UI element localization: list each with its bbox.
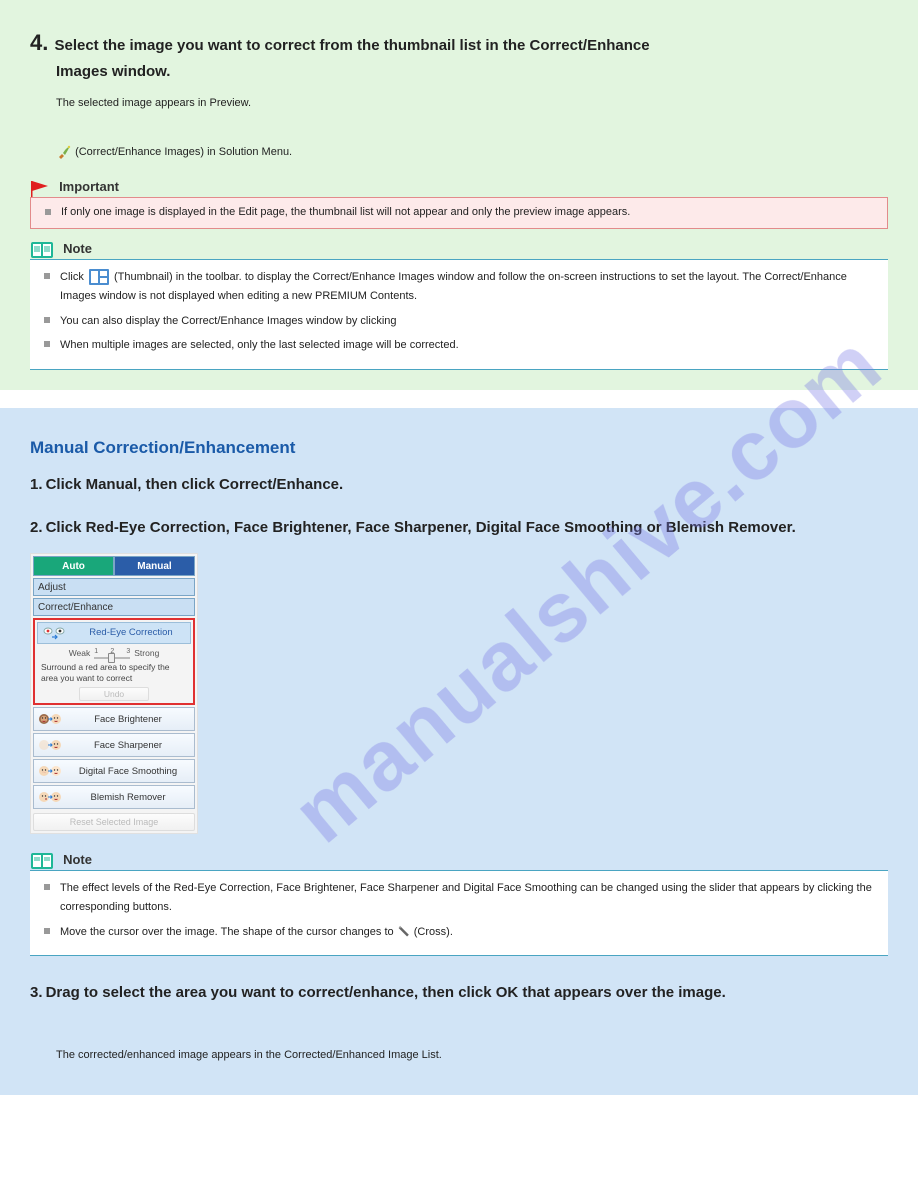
step-title-line1: Select the image you want to correct fro…: [54, 37, 649, 54]
face-smoothing-icon: [34, 763, 68, 779]
step1-body: Click Manual, then click Correct/Enhance…: [46, 476, 344, 493]
step-title-line2: Images window.: [56, 63, 170, 80]
thumbnail-icon: [89, 269, 109, 285]
manual-step-1: 1. Click Manual, then click Correct/Enha…: [30, 472, 888, 498]
note-box-green: Click (Thumbnail) in the toolbar. to dis…: [30, 259, 888, 370]
wand-icon: [397, 925, 411, 939]
note-block-green: Note Click (Thumbnail) in the toolbar. t…: [30, 241, 888, 370]
note3-text: When multiple images are selected, only …: [60, 336, 459, 355]
option-redeye[interactable]: Red-Eye Correction: [37, 622, 191, 644]
blemish-remover-icon: [34, 789, 68, 805]
option-face-sharpener[interactable]: Face Sharpener: [33, 733, 195, 757]
face-brightener-icon: [34, 711, 68, 727]
undo-button[interactable]: Undo: [79, 687, 149, 701]
option-face-brightener[interactable]: Face Brightener: [33, 707, 195, 731]
important-block: Important If only one image is displayed…: [30, 179, 888, 229]
auto-section: 4. Select the image you want to correct …: [0, 0, 918, 390]
step-4: 4. Select the image you want to correct …: [30, 30, 888, 82]
option-digital-face-smoothing[interactable]: Digital Face Smoothing: [33, 759, 195, 783]
thumb-icon-text: (Thumbnail) in the toolbar.: [114, 271, 242, 283]
manual-step-3: 3. Drag to select the area you want to c…: [30, 980, 888, 1006]
blue-note2-prefix: Move the cursor over the image. The shap…: [60, 926, 397, 938]
step-number: 4.: [30, 30, 48, 55]
tab-manual[interactable]: Manual: [114, 556, 195, 576]
note-label-blue: Note: [63, 852, 92, 867]
face-brightener-label: Face Brightener: [68, 714, 194, 725]
step2-label: 2.: [30, 519, 43, 536]
book-icon: [30, 241, 54, 259]
blemish-remover-label: Blemish Remover: [68, 792, 194, 803]
book-icon: [30, 852, 54, 870]
subtab-correct-enhance[interactable]: Correct/Enhance: [33, 598, 195, 616]
reset-selected-image-button[interactable]: Reset Selected Image: [33, 813, 195, 831]
slider-n3: 3: [126, 648, 130, 655]
slider-n1: 1: [94, 648, 98, 655]
note-item-2: You can also display the Correct/Enhance…: [40, 312, 878, 331]
redeye-icon: [38, 626, 72, 640]
manual-step-2: 2. Click Red-Eye Correction, Face Bright…: [30, 515, 888, 956]
important-box: If only one image is displayed in the Ed…: [30, 197, 888, 229]
trailing-text: The corrected/enhanced image appears in …: [56, 1046, 888, 1065]
note-block-blue: Note The effect levels of the Red-Eye Co…: [30, 852, 888, 956]
correct-icon-text: (Correct/Enhance Images) in Solution Men…: [75, 146, 292, 158]
manual-section: Manual Correction/Enhancement 1. Click M…: [0, 408, 918, 1095]
redeye-label: Red-Eye Correction: [72, 627, 190, 638]
brush-icon: [56, 144, 72, 160]
note-item-1: Click (Thumbnail) in the toolbar. to dis…: [40, 268, 878, 305]
redeye-highlight: Red-Eye Correction Weak 1 2 3: [33, 618, 195, 705]
manual-heading: Manual Correction/Enhancement: [30, 438, 888, 458]
option-blemish-remover[interactable]: Blemish Remover: [33, 785, 195, 809]
redeye-slider[interactable]: Weak 1 2 3 Strong: [37, 644, 191, 660]
step2-body: Click Red-Eye Correction, Face Brightene…: [46, 519, 796, 536]
blue-note-2: Move the cursor over the image. The shap…: [40, 923, 878, 942]
face-sharpener-label: Face Sharpener: [68, 740, 194, 751]
slider-thumb[interactable]: [108, 653, 115, 663]
subtab-adjust[interactable]: Adjust: [33, 578, 195, 596]
slider-weak: Weak: [69, 648, 91, 658]
redeye-desc: Surround a red area to specify the area …: [37, 660, 191, 685]
correct-enhance-panel: Auto Manual Adjust Correct/Enhance Red-E…: [30, 553, 198, 834]
step3-label: 3.: [30, 984, 43, 1001]
note-item-3: When multiple images are selected, only …: [40, 336, 878, 355]
blue-note2-suffix: (Cross).: [414, 926, 453, 938]
flag-icon: [30, 179, 50, 197]
face-smoothing-label: Digital Face Smoothing: [68, 766, 194, 777]
note1-prefix: Click: [60, 271, 87, 283]
note-label-green: Note: [63, 241, 92, 256]
important-text: If only one image is displayed in the Ed…: [61, 204, 630, 222]
note2-text: You can also display the Correct/Enhance…: [60, 312, 397, 331]
face-sharpener-icon: [34, 737, 68, 753]
important-label: Important: [59, 179, 119, 194]
slider-strong: Strong: [134, 648, 159, 658]
blue-note-1: The effect levels of the Red-Eye Correct…: [40, 879, 878, 916]
note-box-blue: The effect levels of the Red-Eye Correct…: [30, 870, 888, 956]
step3-body: Drag to select the area you want to corr…: [46, 984, 726, 1001]
step1-label: 1.: [30, 476, 43, 493]
tab-auto[interactable]: Auto: [33, 556, 114, 576]
correct-enhance-note: (Correct/Enhance Images) in Solution Men…: [56, 143, 888, 162]
blue-note1-text: The effect levels of the Red-Eye Correct…: [60, 879, 878, 916]
step-body: The selected image appears in Preview.: [56, 94, 888, 113]
